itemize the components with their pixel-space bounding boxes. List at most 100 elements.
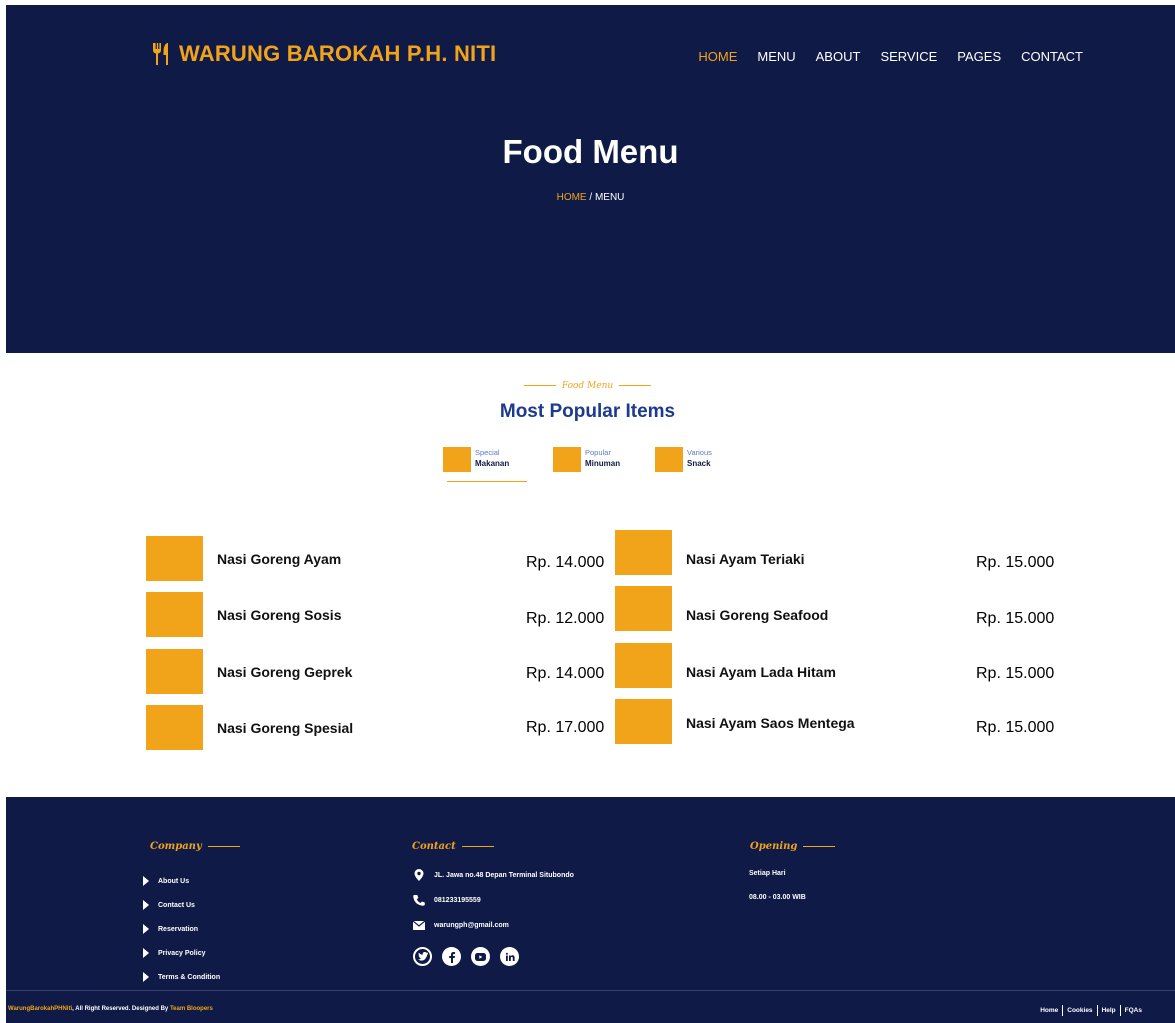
social-links (413, 947, 519, 966)
contact-address: JL. Jawa no.48 Depan Terminal Situbondo (413, 869, 574, 881)
main-nav: HOME MENU ABOUT SERVICE PAGES CONTACT (698, 49, 1083, 64)
divider-line (461, 846, 494, 847)
nav-menu[interactable]: MENU (757, 49, 795, 64)
footer-bottom-cookies[interactable]: Cookies (1067, 1007, 1092, 1014)
divider-line (803, 846, 836, 847)
page-title: Food Menu (502, 133, 679, 170)
menu-item-image (146, 705, 203, 750)
nav-service[interactable]: SERVICE (880, 49, 937, 64)
footer-link-contact[interactable]: Contact Us (143, 893, 220, 917)
menu-item[interactable]: Nasi Ayam Teriaki (615, 530, 805, 575)
nav-contact[interactable]: CONTACT (1021, 49, 1083, 64)
tab-minuman[interactable]: Popular Minuman (553, 444, 655, 474)
nav-about[interactable]: ABOUT (816, 49, 861, 64)
nav-pages[interactable]: PAGES (957, 49, 1001, 64)
twitter-icon[interactable] (413, 947, 432, 966)
menu-item-name: Nasi Ayam Saos Mentega (686, 714, 855, 731)
breadcrumb-home[interactable]: HOME (557, 192, 587, 203)
tab-subtitle: Popular (585, 448, 611, 457)
footer-bottom-home[interactable]: Home (1040, 1007, 1058, 1014)
breadcrumb: HOME / MENU (6, 192, 1175, 203)
divider-line (619, 385, 652, 386)
contact-phone[interactable]: 081233195559 (413, 894, 481, 906)
menu-item-image (615, 699, 672, 744)
tab-subtitle: Special (475, 448, 500, 457)
utensils-icon (153, 43, 168, 65)
menu-item-price: Rp. 15.000 (976, 610, 1055, 627)
section-tag: Food Menu (0, 381, 1175, 391)
footer-bottom-help[interactable]: Help (1102, 1007, 1116, 1014)
caret-right-icon (143, 924, 149, 934)
contact-email[interactable]: warungph@gmail.com (413, 919, 509, 931)
facebook-icon[interactable] (442, 947, 461, 966)
caret-right-icon (143, 900, 149, 910)
menu-item[interactable]: Nasi Goreng Ayam (146, 536, 341, 581)
breadcrumb-current: MENU (594, 192, 625, 203)
footer-bottom-links: Home Cookies Help FQAs (1040, 1005, 1142, 1016)
envelope-icon (413, 919, 425, 931)
menu-item-name: Nasi Goreng Sosis (217, 606, 342, 623)
footer-divider (6, 990, 1175, 991)
youtube-icon[interactable] (471, 947, 490, 966)
menu-item-price: Rp. 14.000 (526, 554, 605, 571)
menu-item-name: Nasi Ayam Teriaki (686, 550, 805, 567)
section-tag-text: Food Menu (561, 381, 614, 391)
menu-item-image (146, 649, 203, 694)
brand[interactable]: WARUNG BAROKAH P.H. NITI (151, 41, 496, 67)
menu-item[interactable]: Nasi Goreng Geprek (146, 649, 352, 694)
footer-company-links: About Us Contact Us Reservation Privacy … (143, 869, 220, 989)
copyright-text: , All Right Reserved. Designed By (72, 1006, 170, 1012)
hero-header: WARUNG BAROKAH P.H. NITI HOME MENU ABOUT… (6, 5, 1175, 353)
menu-item-image (615, 586, 672, 631)
copyright-designer[interactable]: Team Bloopers (170, 1006, 213, 1012)
menu-item-name: Nasi Goreng Seafood (686, 606, 829, 623)
divider-line (207, 846, 240, 847)
tab-icon (443, 446, 471, 472)
page: WARUNG BAROKAH P.H. NITI HOME MENU ABOUT… (0, 0, 1175, 1023)
tab-icon (655, 446, 683, 472)
tab-snack[interactable]: Various Snack (655, 444, 712, 474)
menu-item-name: Nasi Ayam Lada Hitam (686, 663, 836, 680)
footer-link-terms[interactable]: Terms & Condition (143, 965, 220, 989)
caret-right-icon (143, 972, 149, 982)
divider (1119, 1005, 1121, 1016)
copyright: WarungBarokahPHNiti, All Right Reserved.… (8, 1006, 213, 1012)
menu-item-price: Rp. 14.000 (526, 665, 605, 682)
menu-item[interactable]: Nasi Ayam Saos Mentega (615, 699, 855, 744)
menu-item[interactable]: Nasi Ayam Lada Hitam (615, 643, 836, 688)
linkedin-icon[interactable] (500, 947, 519, 966)
brand-name: WARUNG BAROKAH P.H. NITI (179, 41, 497, 66)
divider-line (523, 385, 556, 386)
breadcrumb-separator: / (586, 192, 595, 203)
menu-item-image (615, 530, 672, 575)
menu-item-image (615, 643, 672, 688)
footer-link-about[interactable]: About Us (143, 869, 220, 893)
menu-item-name: Nasi Goreng Geprek (217, 663, 353, 680)
footer-bottom-fqas[interactable]: FQAs (1125, 1007, 1142, 1014)
footer-heading-contact: Contact (412, 841, 494, 852)
caret-right-icon (143, 948, 149, 958)
menu-item-price: Rp. 15.000 (976, 719, 1055, 736)
tab-makanan[interactable]: Special Makanan (443, 444, 553, 482)
menu-item-image (146, 536, 203, 581)
nav-home[interactable]: HOME (698, 49, 737, 64)
footer-link-privacy[interactable]: Privacy Policy (143, 941, 220, 965)
footer-link-reservation[interactable]: Reservation (143, 917, 220, 941)
menu-item[interactable]: Nasi Goreng Spesial (146, 705, 353, 750)
menu-item-name: Nasi Goreng Spesial (217, 719, 354, 736)
menu-item-name: Nasi Goreng Ayam (217, 550, 342, 567)
tab-label: Snack (687, 459, 711, 468)
footer-heading-company: Company (150, 841, 240, 852)
menu-item[interactable]: Nasi Goreng Seafood (615, 586, 828, 631)
tab-label: Minuman (585, 459, 621, 468)
menu-item-price: Rp. 12.000 (526, 610, 605, 627)
tab-label: Makanan (475, 459, 510, 468)
menu-item[interactable]: Nasi Goreng Sosis (146, 592, 341, 637)
footer-heading-opening: Opening (750, 841, 836, 852)
copyright-site[interactable]: WarungBarokahPHNiti (8, 1006, 72, 1012)
opening-hours: 08.00 - 03.00 WIB (749, 894, 806, 901)
section-title: Most Popular Items (499, 401, 676, 422)
opening-days: Setiap Hari (749, 870, 786, 877)
menu-item-price: Rp. 15.000 (976, 665, 1055, 682)
map-pin-icon (413, 869, 425, 881)
